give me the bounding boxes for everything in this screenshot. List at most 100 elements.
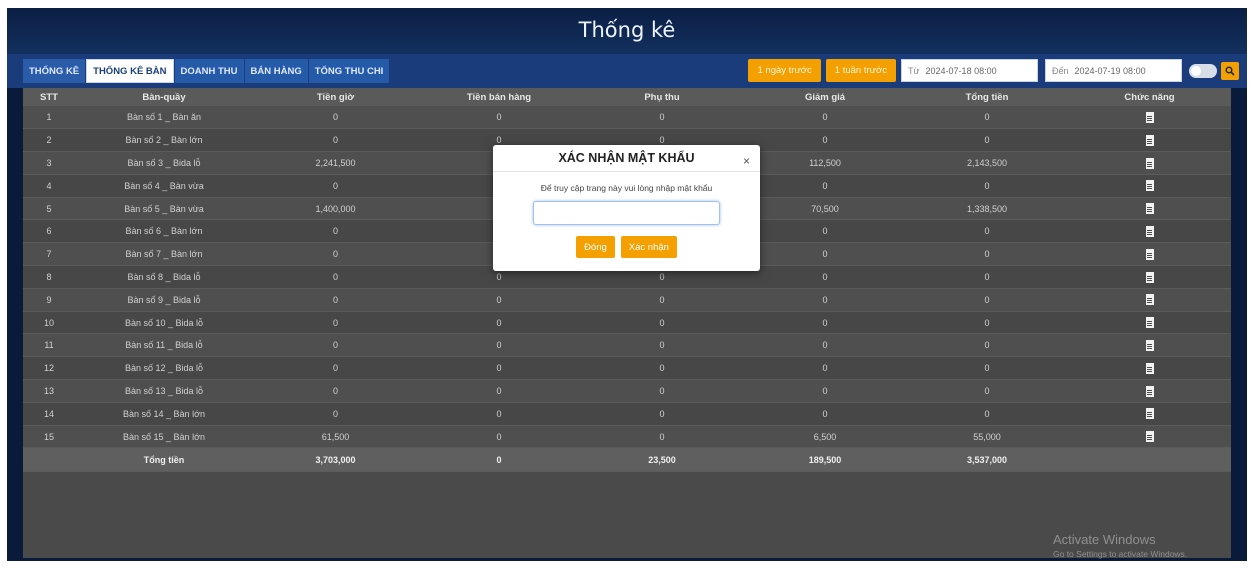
password-input[interactable] [533,201,720,225]
cell-tong-tien: 0 [906,311,1068,335]
cell-ban-quay: Bàn số 9 _ Bida lỗ [75,288,253,312]
cell-phu-thu: 0 [580,333,744,358]
cell-giam-gia: 0 [744,265,906,289]
cell-tong-tien: 0 [906,128,1068,153]
page-title: Thống kê [578,18,676,42]
document-icon[interactable] [1145,134,1154,146]
cell-tien-gio: 0 [253,242,418,267]
cell-tien-ban-hang: 0 [418,425,580,449]
cell-ban-quay: Bàn số 7 _ Bàn lớn [75,242,253,267]
cell-chuc-nang [1068,333,1231,358]
dialog-message: Để truy cập trang này vui lòng nhập mật … [540,183,713,193]
cell-tien-gio: 0 [253,174,418,198]
cell-phu-thu: 0 [580,106,744,130]
cell-stt: 12 [23,356,75,381]
cell-phu-thu: 0 [580,356,744,381]
document-icon[interactable] [1145,385,1154,397]
cell-chuc-nang [1068,219,1231,244]
cell-tien-gio: 1,400,000 [253,197,418,221]
cell-giam-gia: 6,500 [744,425,906,449]
tab-tong-thu-chi[interactable]: TỔNG THU CHI [308,59,390,83]
table-row: 1 Bàn số 1 _ Bàn ăn 0 0 0 0 0 [23,106,1231,130]
cell-tong-tien: 0 [906,333,1068,358]
cell-ban-quay: Bàn số 6 _ Bàn lớn [75,219,253,244]
cell-tien-ban-hang: 0 [418,288,580,312]
document-icon[interactable] [1145,431,1154,443]
cell-giam-gia: 0 [744,356,906,381]
cell-tien-gio: 0 [253,288,418,312]
cell-stt: 14 [23,402,75,426]
cell-chuc-nang [1068,128,1231,153]
document-icon[interactable] [1145,408,1154,420]
tab-thong-ke[interactable]: THỐNG KÊ [23,59,86,83]
from-date-field[interactable]: Từ 2024-07-18 08:00 [901,59,1038,82]
search-button[interactable] [1221,61,1239,80]
toolbar: THỐNG KÊ THỐNG KÊ BÀN DOANH THU BÁN HÀNG… [7,54,1247,88]
filter-tools: 1 ngày trước 1 tuần trước Từ 2024-07-18 … [748,59,1239,82]
cell-tien-gio: 0 [253,333,418,358]
cell-tien-gio: 0 [253,128,418,153]
document-icon[interactable] [1145,157,1154,169]
document-icon[interactable] [1145,248,1154,260]
document-icon[interactable] [1145,180,1154,192]
dialog-actions: Đóng Xác nhận [493,236,760,258]
close-button[interactable]: Đóng [576,236,615,258]
document-icon[interactable] [1145,294,1154,306]
to-date-field[interactable]: Đến 2024-07-19 08:00 [1045,59,1182,82]
cell-tong-tien: 0 [906,174,1068,198]
cell-stt: 15 [23,425,75,449]
tab-thong-ke-ban[interactable]: THỐNG KÊ BÀN [86,59,174,83]
cell-tong-tien: 55,000 [906,425,1068,449]
document-icon[interactable] [1145,362,1154,374]
tab-ban-hang[interactable]: BÁN HÀNG [244,59,308,83]
cell-tong-tien: 0 [906,265,1068,289]
prev-day-button[interactable]: 1 ngày trước [748,59,821,82]
document-icon[interactable] [1145,317,1154,329]
cell-tien-ban-hang: 0 [418,333,580,358]
document-icon[interactable] [1145,203,1154,215]
cell-tong-tien: 0 [906,288,1068,312]
cell-giam-gia: 0 [744,128,906,153]
app-window: Thống kê THỐNG KÊ THỐNG KÊ BÀN DOANH THU… [7,8,1247,561]
cell-ban-quay: Bàn số 10 _ Bida lỗ [75,311,253,335]
document-icon[interactable] [1145,271,1154,283]
cell-ban-quay: Bàn số 12 _ Bida lỗ [75,356,253,381]
cell-giam-gia: 0 [744,174,906,198]
cell-giam-gia: 70,500 [744,197,906,221]
document-icon[interactable] [1145,225,1154,237]
cell-giam-gia: 0 [744,333,906,358]
table-row: 15 Bàn số 15 _ Bàn lớn 61,500 0 0 6,500 55,000 [23,425,1231,449]
from-prefix: Từ [908,65,920,76]
cell-stt: 8 [23,265,75,289]
total-cell: 0 [418,447,580,473]
cell-ban-quay: Bàn số 4 _ Bàn vừa [75,174,253,198]
cell-tien-ban-hang: 0 [418,106,580,130]
table-row: 12 Bàn số 12 _ Bida lỗ 0 0 0 0 0 [23,356,1231,381]
cell-chuc-nang [1068,242,1231,267]
cell-ban-quay: Bàn số 15 _ Bàn lớn [75,425,253,449]
cell-chuc-nang [1068,151,1231,175]
cell-giam-gia: 0 [744,402,906,426]
cell-ban-quay: Bàn số 5 _ Bàn vừa [75,197,253,221]
cell-ban-quay: Bàn số 3 _ Bida lỗ [75,151,253,175]
cell-stt: 5 [23,197,75,221]
cell-stt: 13 [23,379,75,403]
cell-tong-tien: 0 [906,219,1068,244]
cell-tien-gio: 0 [253,219,418,244]
tab-doanh-thu[interactable]: DOANH THU [174,59,244,83]
confirm-button[interactable]: Xác nhận [620,236,677,258]
document-icon[interactable] [1145,111,1154,123]
close-icon[interactable]: × [743,154,750,168]
col-header-stt: STT [23,88,75,106]
cell-tong-tien: 0 [906,402,1068,426]
cell-tien-gio: 0 [253,265,418,289]
prev-week-button[interactable]: 1 tuần trước [825,59,896,82]
document-icon[interactable] [1145,339,1154,351]
cell-tien-gio: 0 [253,402,418,426]
password-dialog: XÁC NHẬN MẬT KHẨU × Để truy cập trang nà… [493,145,760,271]
cell-tien-gio: 0 [253,379,418,403]
col-header-chuc-nang: Chức năng [1068,88,1231,106]
table-row: 14 Bàn số 14 _ Bàn lớn 0 0 0 0 0 [23,402,1231,426]
table-row: 9 Bàn số 9 _ Bida lỗ 0 0 0 0 0 [23,288,1231,312]
mode-toggle[interactable] [1189,63,1217,78]
